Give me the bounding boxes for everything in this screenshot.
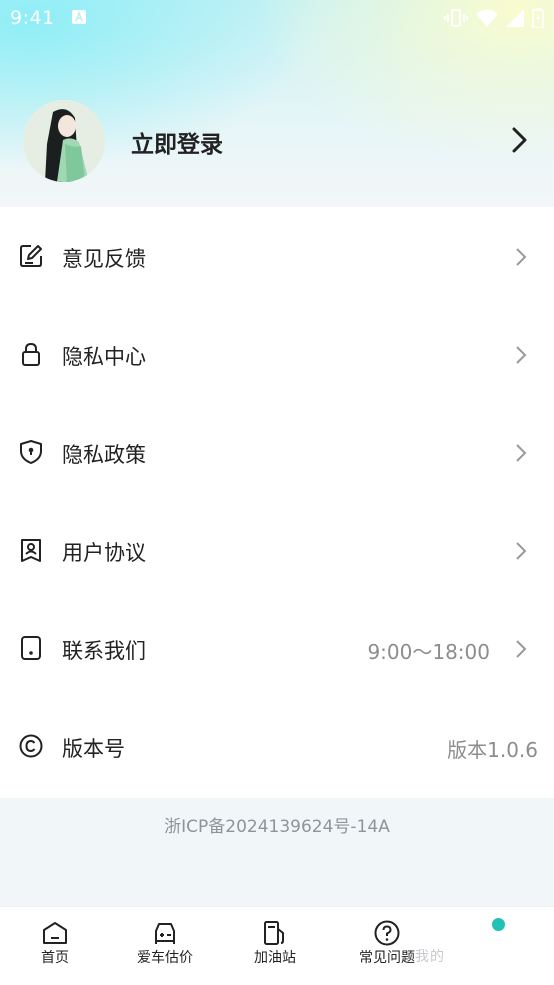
- chevron-right-icon: [516, 444, 527, 462]
- shield-icon: [20, 440, 42, 464]
- question-circle-icon: [374, 920, 400, 946]
- chevron-right-icon: [516, 346, 527, 364]
- status-time: 9:41: [10, 7, 55, 29]
- chevron-right-icon: [516, 640, 527, 658]
- menu-item-label: 版本号: [62, 737, 125, 761]
- wifi-icon: [476, 9, 498, 27]
- lock-icon: [22, 342, 40, 366]
- login-label[interactable]: 立即登录: [131, 125, 223, 159]
- tab-mine-label[interactable]: 我的: [415, 946, 445, 966]
- menu-item-privacy-policy[interactable]: 隐私政策: [0, 403, 554, 501]
- cellular-signal-icon: [506, 9, 524, 27]
- icp-license[interactable]: 浙ICP备2024139624号-14A: [0, 812, 554, 837]
- menu-item-contact-us[interactable]: 联系我们 9:00～18:00: [0, 599, 554, 697]
- chevron-right-icon: [516, 542, 527, 560]
- bottom-tab-bar: 首页 爱车估价 加油站 常见问题: [0, 906, 554, 985]
- tab-label: 爱车估价: [137, 950, 193, 966]
- vibrate-icon: [444, 9, 468, 27]
- avatar[interactable]: [23, 100, 105, 182]
- user-badge-icon: [21, 539, 41, 562]
- settings-menu: 意见反馈 隐私中心 隐私政策 用户协议 联系我们 9:00～18:00 版本号 …: [0, 207, 554, 798]
- menu-item-label: 隐私政策: [62, 443, 146, 467]
- tab-home[interactable]: 首页: [0, 907, 110, 985]
- status-bar: 9:41: [0, 0, 554, 38]
- car-icon: [155, 923, 175, 944]
- service-hours: 9:00～18:00: [367, 640, 490, 664]
- menu-item-label: 意见反馈: [62, 247, 146, 271]
- menu-item-user-agreement[interactable]: 用户协议: [0, 501, 554, 599]
- home-icon: [43, 922, 67, 944]
- fuel-pump-icon: [264, 921, 284, 945]
- tab-car-valuation[interactable]: 爱车估价: [110, 907, 220, 985]
- menu-item-label: 联系我们: [62, 639, 146, 663]
- phone-icon: [21, 636, 41, 660]
- menu-item-version: 版本号 版本1.0.6: [0, 697, 554, 795]
- tab-gas-station[interactable]: 加油站: [220, 907, 330, 985]
- feedback-edit-icon: [20, 245, 42, 267]
- copyright-icon: [19, 734, 43, 758]
- status-icons: [444, 8, 544, 28]
- tab-label: 加油站: [254, 950, 296, 966]
- menu-item-feedback[interactable]: 意见反馈: [0, 207, 554, 305]
- menu-item-label: 隐私中心: [62, 345, 146, 369]
- chevron-right-icon: [516, 248, 527, 266]
- chevron-right-icon[interactable]: [510, 125, 530, 155]
- menu-item-label: 用户协议: [62, 541, 146, 565]
- active-tab-indicator: [492, 918, 505, 931]
- battery-icon: [532, 8, 544, 28]
- menu-item-privacy-center[interactable]: 隐私中心: [0, 305, 554, 403]
- version-value: 版本1.0.6: [447, 738, 538, 762]
- tab-label: 首页: [41, 950, 69, 966]
- login-entry[interactable]: 立即登录: [0, 95, 554, 187]
- notification-a-icon: [72, 10, 86, 24]
